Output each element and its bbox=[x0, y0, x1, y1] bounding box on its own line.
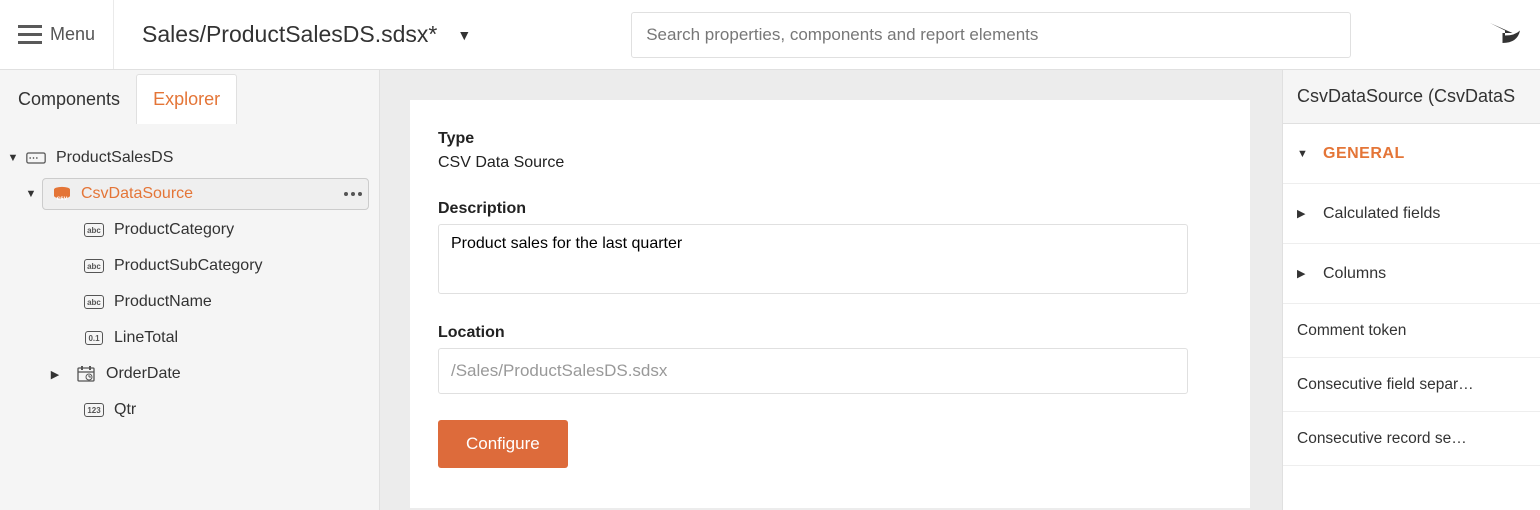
prop-comment-token[interactable]: Comment token bbox=[1283, 304, 1540, 358]
section-label: GENERAL bbox=[1323, 145, 1405, 163]
numeric-field-icon: 0.1 bbox=[82, 331, 106, 345]
text-field-icon: abc bbox=[82, 259, 106, 273]
tree-csv-label: CsvDataSource bbox=[81, 185, 193, 203]
description-label: Description bbox=[438, 200, 1222, 218]
tree-field-label: ProductSubCategory bbox=[114, 257, 263, 275]
section-calculated-fields[interactable]: ▶ Calculated fields bbox=[1283, 184, 1540, 244]
tree-field[interactable]: abc ProductCategory bbox=[0, 212, 379, 248]
date-field-icon bbox=[74, 366, 98, 382]
csv-icon: csv bbox=[51, 186, 73, 202]
prop-consecutive-record-sep[interactable]: Consecutive record se… bbox=[1283, 412, 1540, 466]
search-input[interactable] bbox=[631, 12, 1351, 58]
expand-icon: ▶ bbox=[1297, 267, 1311, 280]
tree-field-label: Qtr bbox=[114, 401, 136, 419]
center-panel: Type CSV Data Source Description Locatio… bbox=[380, 70, 1282, 510]
more-icon[interactable] bbox=[344, 192, 362, 196]
tree-field-label: ProductCategory bbox=[114, 221, 234, 239]
left-panel: Components Explorer ▼ ProductSalesDS ▼ c… bbox=[0, 70, 380, 510]
collapse-icon[interactable]: ▼ bbox=[24, 188, 38, 200]
type-label: Type bbox=[438, 130, 1222, 148]
tree-field-label: LineTotal bbox=[114, 329, 178, 347]
description-input[interactable] bbox=[438, 224, 1188, 294]
datasource-icon bbox=[24, 150, 48, 166]
integer-field-icon: 123 bbox=[82, 403, 106, 417]
tree-field[interactable]: abc ProductSubCategory bbox=[0, 248, 379, 284]
tab-components[interactable]: Components bbox=[2, 75, 136, 124]
tab-explorer[interactable]: Explorer bbox=[136, 74, 237, 124]
reply-icon bbox=[1490, 22, 1520, 44]
hamburger-icon bbox=[18, 25, 42, 44]
configure-button[interactable]: Configure bbox=[438, 420, 568, 468]
top-bar: Menu Sales/ProductSalesDS.sdsx* ▼ bbox=[0, 0, 1540, 70]
tree-csv-node[interactable]: ▼ csv CsvDataSource bbox=[0, 176, 379, 212]
filename-dropdown-icon[interactable]: ▼ bbox=[457, 27, 471, 43]
location-input[interactable] bbox=[438, 348, 1188, 394]
tree-field[interactable]: 0.1 LineTotal bbox=[0, 320, 379, 356]
expand-icon: ▶ bbox=[1297, 207, 1311, 220]
search-wrap bbox=[471, 12, 1490, 58]
menu-label: Menu bbox=[50, 24, 95, 45]
tree-field-label: OrderDate bbox=[106, 365, 181, 383]
filename: Sales/ProductSalesDS.sdsx* bbox=[142, 21, 437, 48]
location-label: Location bbox=[438, 324, 1222, 342]
expand-icon[interactable]: ▶ bbox=[48, 368, 62, 381]
left-tabs: Components Explorer bbox=[0, 70, 379, 124]
text-field-icon: abc bbox=[82, 223, 106, 237]
section-general[interactable]: ▼ GENERAL bbox=[1283, 124, 1540, 184]
section-columns[interactable]: ▶ Columns bbox=[1283, 244, 1540, 304]
collapse-icon[interactable]: ▼ bbox=[6, 152, 20, 164]
type-value: CSV Data Source bbox=[438, 154, 1222, 172]
section-label: Calculated fields bbox=[1323, 205, 1440, 223]
right-panel-title: CsvDataSource (CsvDataS bbox=[1283, 70, 1540, 124]
right-panel: CsvDataSource (CsvDataS ▼ GENERAL ▶ Calc… bbox=[1282, 70, 1540, 510]
tree-field[interactable]: abc ProductName bbox=[0, 284, 379, 320]
svg-text:csv: csv bbox=[57, 195, 68, 202]
reply-button[interactable] bbox=[1490, 22, 1540, 48]
filename-wrap: Sales/ProductSalesDS.sdsx* ▼ bbox=[114, 21, 471, 48]
menu-button[interactable]: Menu bbox=[0, 0, 114, 69]
section-label: Columns bbox=[1323, 265, 1386, 283]
tree-root[interactable]: ▼ ProductSalesDS bbox=[0, 140, 379, 176]
tree-field[interactable]: ▶ OrderDate bbox=[0, 356, 379, 392]
prop-consecutive-field-sep[interactable]: Consecutive field separ… bbox=[1283, 358, 1540, 412]
collapse-icon: ▼ bbox=[1297, 148, 1311, 160]
tree-root-label: ProductSalesDS bbox=[56, 149, 173, 167]
properties-card: Type CSV Data Source Description Locatio… bbox=[410, 100, 1250, 508]
explorer-tree: ▼ ProductSalesDS ▼ csv CsvDataSource abc bbox=[0, 124, 379, 510]
tree-field[interactable]: 123 Qtr bbox=[0, 392, 379, 428]
text-field-icon: abc bbox=[82, 295, 106, 309]
tree-field-label: ProductName bbox=[114, 293, 212, 311]
main-area: Components Explorer ▼ ProductSalesDS ▼ c… bbox=[0, 70, 1540, 510]
